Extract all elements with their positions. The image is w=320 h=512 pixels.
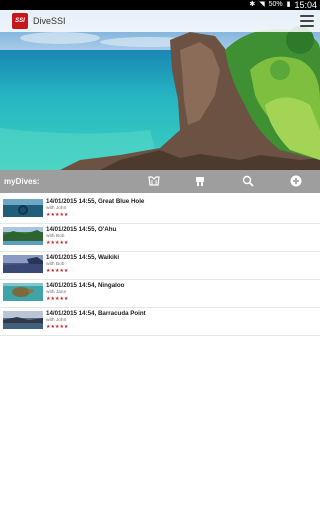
dive-list-item[interactable]: 14/01/2015 14:54, Ningaloo with Jane ★★★… xyxy=(0,280,320,308)
dive-list-item[interactable]: 14/01/2015 14:55, Waikiki with Bob ★★★★★ xyxy=(0,252,320,280)
dive-rating: ★★★★★ xyxy=(46,240,69,246)
dive-list: 14/01/2015 14:55, Great Blue Hole with J… xyxy=(0,196,320,336)
dive-list-item[interactable]: 14/01/2015 14:55, O'Ahu with Bob ★★★★★ xyxy=(0,224,320,252)
dive-thumbnail xyxy=(3,311,43,329)
dive-title: 14/01/2015 14:55, O'Ahu xyxy=(46,226,117,233)
dive-thumbnail xyxy=(3,283,43,301)
dive-site-icon[interactable] xyxy=(192,174,208,188)
hamburger-menu-icon[interactable] xyxy=(300,15,314,27)
add-icon[interactable] xyxy=(288,174,304,188)
dive-rating: ★★★★★ xyxy=(46,268,69,274)
ssi-logo-icon: SSI xyxy=(12,13,28,29)
dive-rating: ★★★★★ xyxy=(46,296,69,302)
logo-text: SSI xyxy=(15,18,25,24)
hero-image xyxy=(0,10,320,170)
dive-rating: ★★★★★ xyxy=(46,212,69,218)
dive-thumbnail xyxy=(3,227,43,245)
app-title: DiveSSI xyxy=(33,16,66,26)
dive-rating: ★★★★★ xyxy=(46,324,69,330)
wetsuit-icon[interactable] xyxy=(146,174,162,188)
dive-list-item[interactable]: 14/01/2015 14:55, Great Blue Hole with J… xyxy=(0,196,320,224)
dive-title: 14/01/2015 14:55, Waikiki xyxy=(46,254,120,261)
bluetooth-icon: ✱ xyxy=(249,1,256,8)
dive-thumbnail xyxy=(3,199,43,217)
search-icon[interactable] xyxy=(240,174,256,188)
section-title: myDives: xyxy=(4,177,40,186)
dive-thumbnail xyxy=(3,255,43,273)
battery-level: 50% xyxy=(268,1,283,8)
dive-title: 14/01/2015 14:54, Barracuda Point xyxy=(46,310,146,317)
app-bar: SSI DiveSSI xyxy=(0,10,320,32)
dive-title: 14/01/2015 14:54, Ningaloo xyxy=(46,282,125,289)
status-bar: ✱ ◥ 50% ▮ 15:04 xyxy=(0,0,320,10)
dive-title: 14/01/2015 14:55, Great Blue Hole xyxy=(46,198,145,205)
battery-icon: ▮ xyxy=(286,1,291,8)
clock: 15:04 xyxy=(294,0,317,10)
wifi-icon: ◥ xyxy=(259,1,265,8)
mydives-toolbar: myDives: xyxy=(0,170,320,193)
dive-list-item[interactable]: 14/01/2015 14:54, Barracuda Point with J… xyxy=(0,308,320,336)
